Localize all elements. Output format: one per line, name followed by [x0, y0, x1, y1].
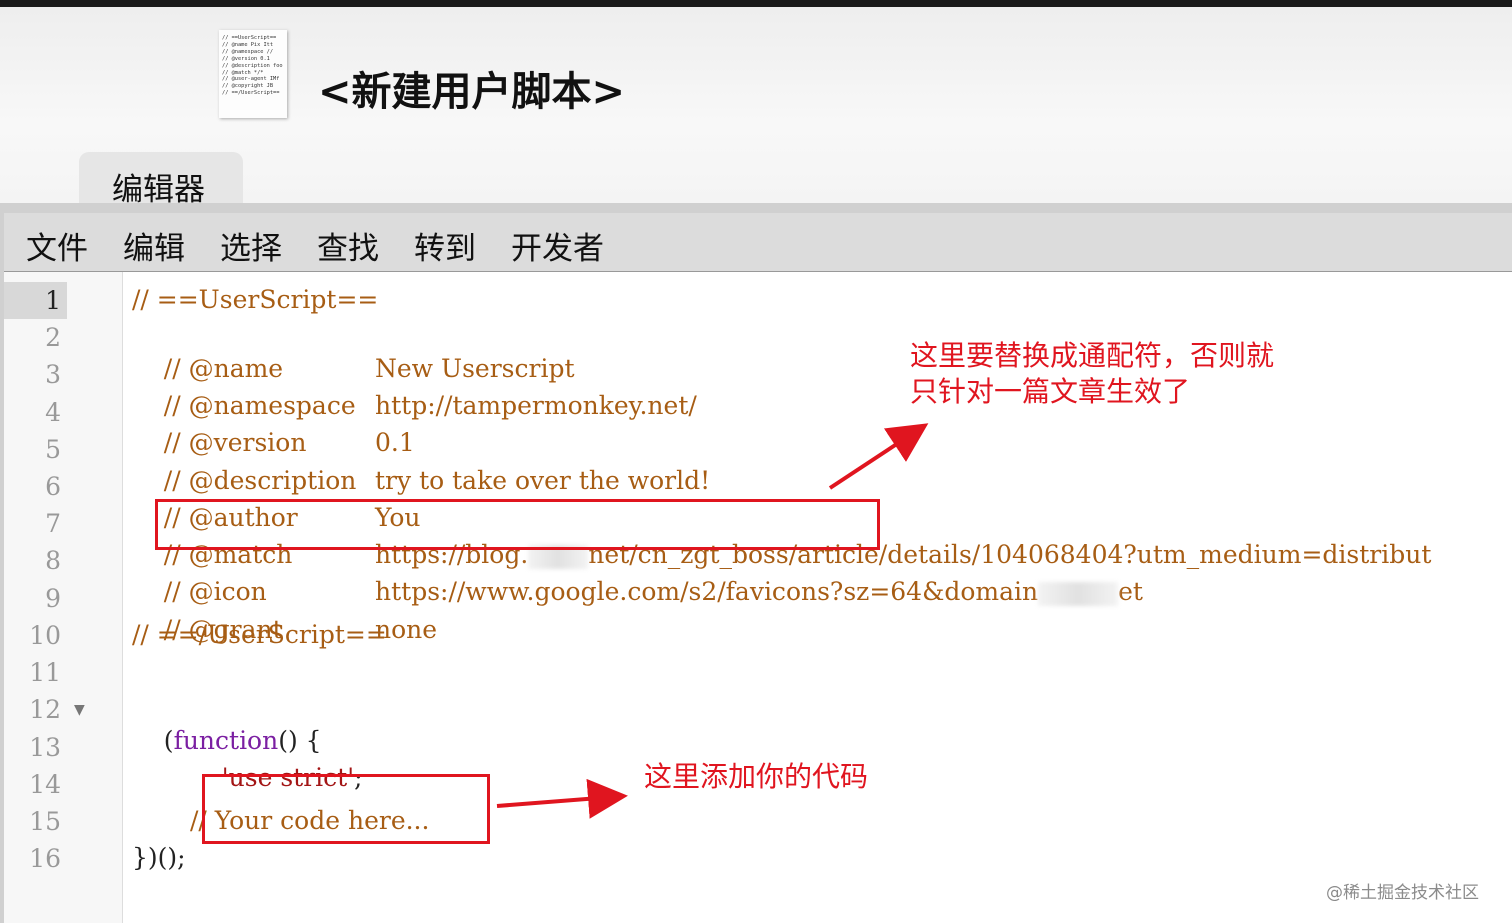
annotation-note-2: 这里添加你的代码 — [644, 760, 869, 793]
watermark: @稀土掘金技术社区 — [1326, 883, 1479, 903]
annotation-note-1-line2: 只针对一篇文章生效了 — [910, 375, 1191, 408]
arrow-to-note1 — [828, 423, 929, 490]
annotation-note-1-line1: 这里要替换成通配符，否则就 — [910, 339, 1275, 372]
arrow-to-note2 — [496, 778, 628, 819]
